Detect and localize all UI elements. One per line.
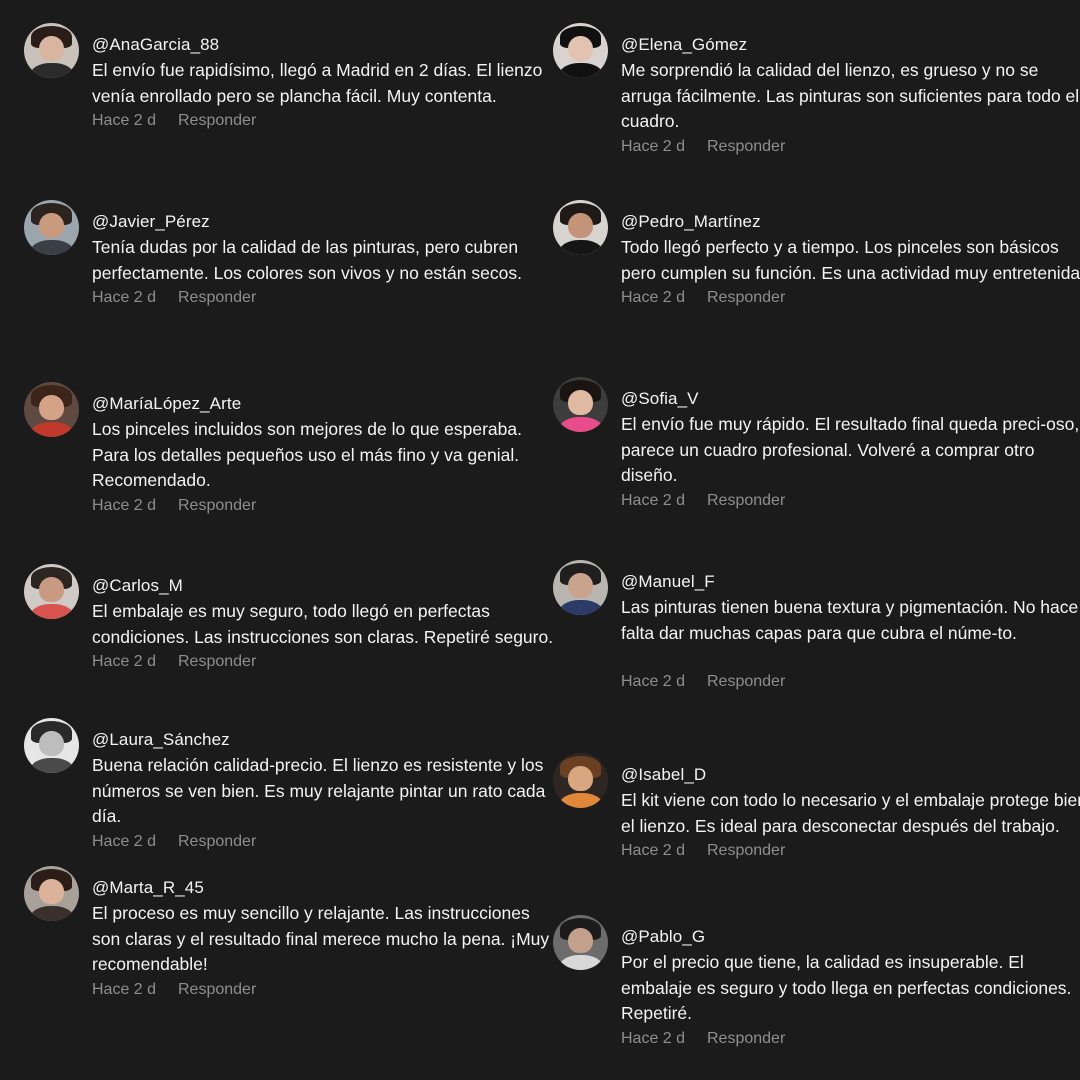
comment-username[interactable]: @Pablo_G [621,927,1080,947]
comment-text: Me sorprendió la calidad del lienzo, es … [621,60,1080,131]
comment-timestamp: Hace 2 d [621,289,686,306]
comment-username[interactable]: @Manuel_F [621,572,1080,592]
comment-username[interactable]: @Isabel_D [621,765,1080,785]
comment-text: El proceso es muy sencillo y relajante. … [92,903,550,974]
comment-text: El kit viene con todo lo necesario y el … [621,790,1080,836]
comment-username[interactable]: @Pedro_Martínez [621,212,1080,232]
comment-timestamp: Hace 2 d [92,289,157,306]
reply-button[interactable]: Responder [178,111,256,131]
avatar[interactable] [24,718,79,773]
comment-username[interactable]: @Carlos_M [92,576,562,596]
comment-text: Los pinceles incluidos son mejores de lo… [92,419,522,490]
comment-text: Todo llegó perfecto y a tiempo. Los pinc… [621,237,1080,283]
comment-username[interactable]: @Javier_Pérez [92,212,562,232]
comment-username[interactable]: @MaríaLópez_Arte [92,394,562,414]
reply-button[interactable]: Responder [707,288,785,308]
comment-username[interactable]: @Elena_Gómez [621,35,1080,55]
avatar[interactable] [24,23,79,78]
avatar[interactable] [24,382,79,437]
comment-text: Tenía dudas por la calidad de las pintur… [92,237,522,283]
avatar[interactable] [24,200,79,255]
reply-button[interactable]: Responder [178,652,256,672]
avatar[interactable] [553,753,608,808]
comment-username[interactable]: @Sofia_V [621,389,1080,409]
avatar[interactable] [553,200,608,255]
comment-timestamp: Hace 2 d [621,673,686,690]
comment-timestamp: Hace 2 d [92,980,157,998]
avatar[interactable] [553,377,608,432]
comment-text: Las pinturas tienen buena textura y pigm… [621,597,1079,643]
comment-timestamp: Hace 2 d [92,653,157,670]
reply-button[interactable]: Responder [178,496,256,516]
comment-username[interactable]: @Laura_Sánchez [92,730,562,750]
reply-button[interactable]: Responder [178,980,256,1000]
comment-timestamp: Hace 2 d [92,832,157,850]
reply-button[interactable]: Responder [707,491,785,511]
comment-timestamp: Hace 2 d [621,1029,686,1047]
avatar[interactable] [553,915,608,970]
comment-timestamp: Hace 2 d [92,112,157,129]
comment-timestamp: Hace 2 d [621,491,686,509]
reply-button[interactable]: Responder [707,1029,785,1049]
avatar[interactable] [24,866,79,921]
reply-button[interactable]: Responder [178,288,256,308]
comment-text: El envío fue muy rápido. El resultado fi… [621,414,1080,485]
comment-timestamp: Hace 2 d [621,137,686,155]
comment-text: Buena relación calidad-precio. El lienzo… [92,755,546,826]
reply-button[interactable]: Responder [178,832,256,852]
comment-timestamp: Hace 2 d [92,496,157,514]
comment-text: El envío fue rapidísimo, llegó a Madrid … [92,60,543,106]
comment-username[interactable]: @AnaGarcia_88 [92,35,562,55]
reply-button[interactable]: Responder [707,137,785,157]
avatar[interactable] [24,564,79,619]
comment-timestamp: Hace 2 d [621,842,686,859]
reply-button[interactable]: Responder [707,672,785,692]
comment-username[interactable]: @Marta_R_45 [92,878,562,898]
reply-button[interactable]: Responder [707,841,785,861]
avatar[interactable] [553,23,608,78]
comment-text: Por el precio que tiene, la calidad es i… [621,952,1072,1023]
avatar[interactable] [553,560,608,615]
comment-text: El embalaje es muy seguro, todo llegó en… [92,601,554,647]
